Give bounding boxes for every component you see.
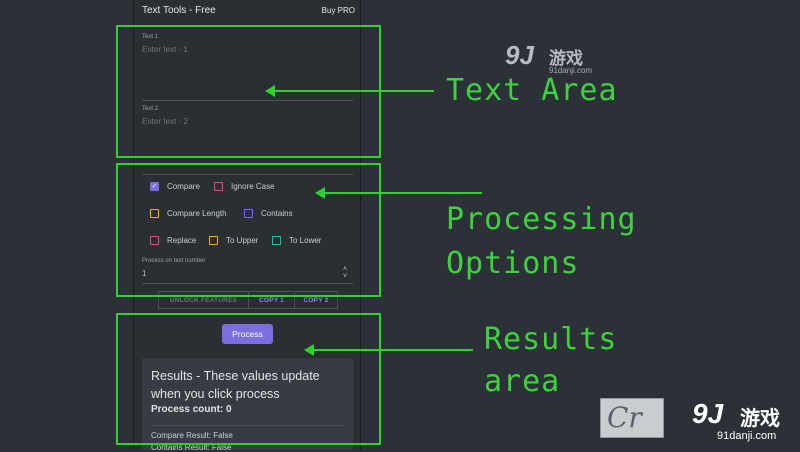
processing-annotation-line1: Processing	[446, 202, 637, 237]
text-area-arrow-icon	[265, 85, 434, 97]
results-arrow-icon	[304, 344, 473, 356]
app-title: Text Tools - Free	[142, 5, 216, 16]
results-highlight-box	[116, 313, 381, 445]
watermark-url-2: 91danji.com	[717, 430, 777, 442]
watermark-logo: 9J	[505, 40, 534, 70]
processing-annotation-line2: Options	[446, 246, 580, 281]
results-annotation-line1: Results	[484, 322, 618, 357]
buy-pro-button[interactable]: Buy PRO	[322, 6, 355, 15]
watermark-top: 9J 游戏 91danji.com	[505, 40, 600, 78]
watermark-box-text: Cr	[607, 401, 642, 434]
options-arrow-icon	[315, 187, 482, 199]
watermark-name-2: 游戏	[740, 408, 780, 430]
results-annotation-line2: area	[484, 364, 561, 399]
watermark-bottom: Cr 9J 游戏 91danji.com	[600, 398, 800, 450]
watermark-logo-2: 9J	[692, 398, 724, 429]
watermark-box: Cr	[600, 398, 664, 438]
app-toolbar: Text Tools - Free Buy PRO	[133, 0, 361, 22]
options-highlight-box	[116, 163, 381, 297]
watermark-url: 91danji.com	[549, 66, 593, 75]
